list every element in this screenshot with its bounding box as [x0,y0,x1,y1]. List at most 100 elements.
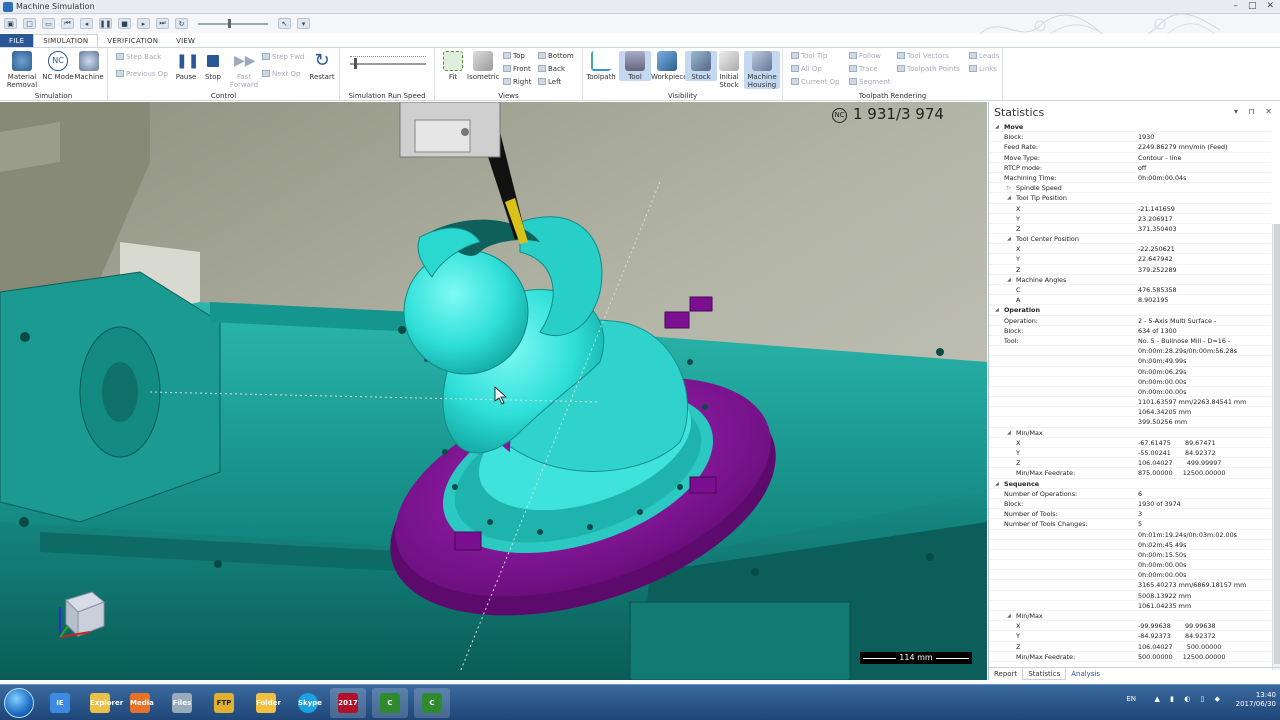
restart-button[interactable]: ↻ Restart [306,51,338,82]
view-back-button[interactable]: Back [538,65,565,73]
group-visibility: Toolpath Tool Workpiece Stock Initial St… [583,48,783,101]
view-left-button[interactable]: Left [538,78,561,86]
previous-op-button[interactable]: Previous Op [116,70,168,78]
expand-toggle-icon[interactable]: ◢ [995,305,999,315]
expand-toggle-icon[interactable]: ◢ [1007,428,1011,438]
pause-icon[interactable]: ❚❚ [99,18,112,29]
all-op-button[interactable]: All Op [791,65,822,73]
expand-toggle-icon[interactable]: ◢ [995,122,999,132]
clock-date[interactable]: 2017/06/30 [1236,700,1276,709]
customize-icon[interactable]: ▾ [297,18,310,29]
rewind-icon[interactable]: ⏮ [61,18,74,29]
view-right-button[interactable]: Right [503,78,531,86]
current-op-button[interactable]: Current Op [791,78,839,86]
expand-toggle-icon[interactable]: ◢ [1007,234,1011,244]
taskbar-files[interactable]: Files [164,688,200,718]
stop-button[interactable]: Stop [197,51,229,81]
tab-statistics[interactable]: Statistics [1022,668,1067,680]
taskbar-mastercam[interactable]: 2017 [330,688,366,718]
group-label-simulation: Simulation [34,92,73,100]
statistics-value: 5 [1138,520,1143,529]
taskbar-media[interactable]: Media [122,688,158,718]
next-op-button[interactable]: Next Op [262,70,301,78]
end-icon[interactable]: ⏭ [156,18,169,29]
start-button[interactable] [4,688,34,718]
statistics-row: ◢ Min/Max [989,611,1271,622]
clock-time[interactable]: 13:40 [1236,691,1276,700]
minimize-button[interactable]: – [1233,1,1238,11]
run-speed-thumb[interactable] [354,58,357,69]
open-icon[interactable]: ▭ [42,18,55,29]
expand-toggle-icon[interactable]: ◢ [1007,611,1011,621]
machine-housing-visibility-button[interactable]: Machine Housing [744,51,780,89]
taskbar-app-c1[interactable]: C [372,688,408,718]
statistics-key: Number of Tools Changes: [1004,520,1088,529]
tray-icons[interactable]: ▲ ▮ ◐ ▯ ◆ [1155,695,1224,704]
statistics-row: RTCP mode: off [989,163,1271,173]
tab-verification[interactable]: VERIFICATION [98,34,167,47]
taskbar-skype[interactable]: Skype [290,688,326,718]
statistics-scrollbar[interactable] [1272,224,1280,670]
trace-button[interactable]: Trace [849,65,878,73]
isometric-button[interactable]: Isometric [467,51,500,81]
tab-view[interactable]: VIEW [167,34,204,47]
view-front-button[interactable]: Front [503,65,531,73]
taskbar-folder[interactable]: Folder [248,688,284,718]
stop-icon[interactable]: ■ [118,18,131,29]
expand-toggle-icon[interactable]: ◢ [1007,193,1011,203]
workpiece-visibility-button[interactable]: Workpiece [651,51,688,81]
statistics-row: 1064.34205 mm [989,407,1271,418]
simulation-viewport[interactable]: NC 1 931/3 974 114 mm [0,102,987,680]
statistics-row: ▷ Spindle Speed [989,183,1271,194]
app-menu-icon[interactable]: ▣ [4,18,17,29]
step-fwd-button[interactable]: Step Fwd [262,53,304,61]
tool-tip-button[interactable]: Tool Tip [791,52,827,60]
step-back-icon[interactable]: ◂ [80,18,93,29]
taskbar-ie[interactable]: IE [42,688,78,718]
statistics-value: 0h:00m:00.04s [1138,173,1187,182]
statistics-key: Min/Max Feedrate: [1016,652,1076,661]
material-removal-label: Material Removal [6,73,38,89]
statistics-key: Block: [1004,133,1024,142]
nc-mode-button[interactable]: NC NC Mode [42,51,74,81]
expand-toggle-icon[interactable]: ◢ [995,479,999,489]
tab-report[interactable]: Report [989,668,1022,680]
taskbar-app-c2[interactable]: C [414,688,450,718]
segment-button[interactable]: Segment [849,78,891,86]
expand-toggle-icon[interactable]: ▷ [1007,183,1011,193]
fast-forward-button[interactable]: ▶▶ Fast Forward [228,51,260,89]
taskbar-ftp[interactable]: FTP [206,688,242,718]
new-icon[interactable]: □ [23,18,36,29]
material-removal-button[interactable]: Material Removal [6,51,38,89]
fit-button[interactable]: Fit [437,51,469,81]
machine-button[interactable]: Machine [73,51,105,81]
step-back-button[interactable]: Step Back [116,53,161,61]
speed-slider[interactable] [198,18,268,28]
language-indicator[interactable]: EN [1126,695,1136,704]
links-button[interactable]: Links [969,65,997,73]
view-bottom-button[interactable]: Bottom [538,52,574,60]
pointer-icon[interactable]: ↖ [278,18,291,29]
leads-button[interactable]: Leads [969,52,999,60]
toolpath-visibility-button[interactable]: Toolpath [585,51,617,81]
toolpath-points-button[interactable]: Toolpath Points [897,65,960,73]
taskbar-explorer[interactable]: Explorer [82,688,123,718]
restart-label: Restart [309,73,335,81]
panel-controls[interactable]: ▾ ⊓ ✕ [1234,107,1276,116]
forward-icon[interactable]: ▸ [137,18,150,29]
scrollbar-thumb[interactable] [1274,224,1280,664]
tool-visibility-button[interactable]: Tool [619,51,651,81]
tab-simulation[interactable]: SIMULATION [33,34,99,47]
expand-toggle-icon[interactable]: ◢ [1007,275,1011,285]
tab-analysis[interactable]: Analysis [1066,668,1105,680]
run-speed-slider[interactable] [350,63,426,65]
restart-icon[interactable]: ↻ [175,18,188,29]
statistics-row: 0h:00m:00.00s [989,570,1271,581]
maximize-button[interactable]: □ [1248,1,1257,11]
tab-file[interactable]: FILE [0,34,34,47]
tool-vectors-button[interactable]: Tool Vectors [897,52,949,60]
initial-stock-visibility-button[interactable]: Initial Stock [713,51,745,89]
follow-button[interactable]: Follow [849,52,881,60]
view-top-button[interactable]: Top [503,52,525,60]
close-button[interactable]: ✕ [1266,1,1274,11]
